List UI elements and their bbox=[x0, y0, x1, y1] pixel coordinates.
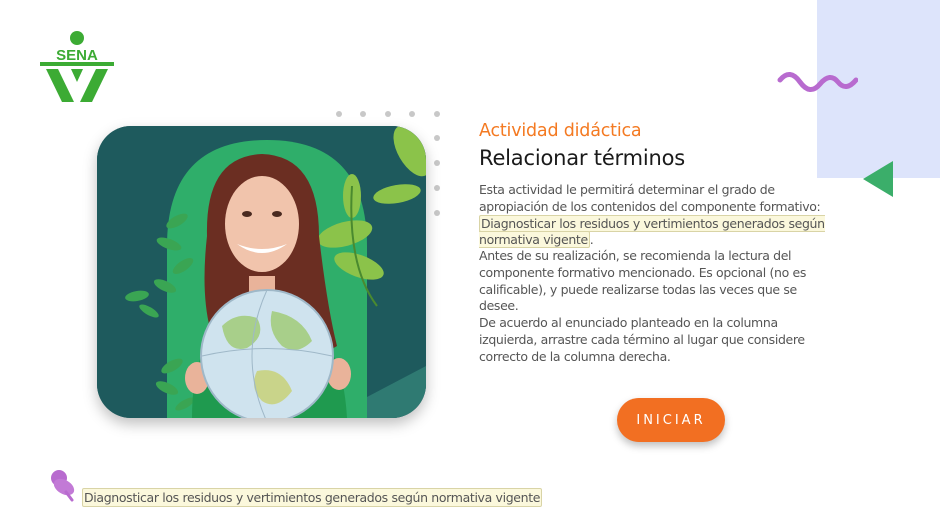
activity-kicker: Actividad didáctica bbox=[479, 121, 642, 141]
component-link[interactable]: Diagnosticar los residuos y vertimientos… bbox=[479, 214, 825, 249]
intro-text-end: . bbox=[589, 232, 594, 248]
pushpin-icon bbox=[51, 470, 75, 502]
instructions-paragraph: De acuerdo al enunciado planteado en la … bbox=[479, 315, 805, 364]
triangle-arrow-icon bbox=[863, 161, 893, 197]
start-button[interactable]: INICIAR bbox=[617, 398, 725, 442]
footer-component-link[interactable]: Diagnosticar los residuos y vertimientos… bbox=[82, 488, 543, 507]
page-title: Relacionar términos bbox=[479, 146, 685, 170]
wave-decoration-icon bbox=[777, 72, 858, 92]
woman-with-globe-image bbox=[97, 126, 426, 418]
logo-text: SENA bbox=[56, 47, 98, 64]
sena-logo-icon: SENA bbox=[40, 31, 114, 102]
recommendation-paragraph: Antes de su realización, se recomienda l… bbox=[479, 248, 807, 314]
sena-logo: SENA bbox=[38, 30, 116, 104]
intro-text: Esta actividad le permitirá determinar e… bbox=[479, 182, 821, 214]
intro-paragraph: Esta actividad le permitirá determinar e… bbox=[479, 182, 839, 249]
